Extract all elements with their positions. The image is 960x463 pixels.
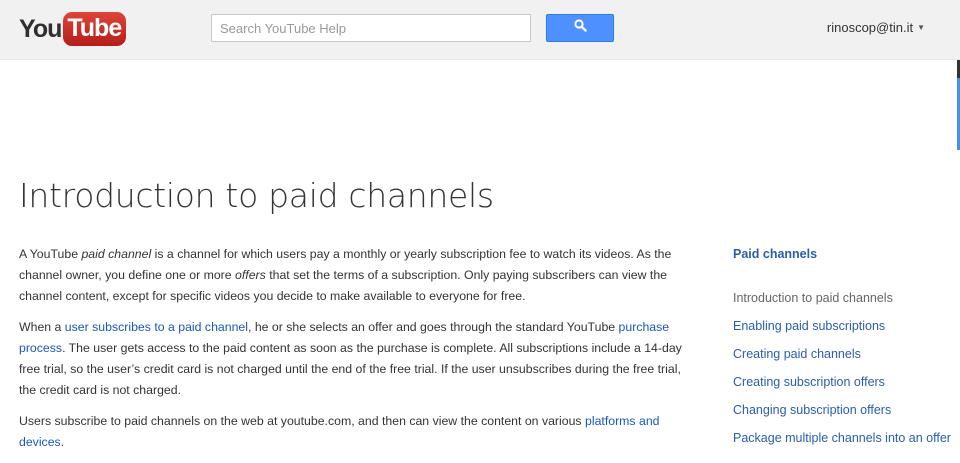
search-icon [573,19,587,37]
text: , he or she selects an offer and goes th… [248,320,619,334]
page-title: Introduction to paid channels [19,176,494,215]
search-input[interactable] [211,14,531,42]
text: A YouTube [19,247,82,261]
text: When a [19,320,65,334]
sidebar-item-creating-paid-channels[interactable]: Creating paid channels [733,340,958,368]
text: . [60,435,65,449]
account-menu[interactable]: rinoscop@tin.it ▼ [827,20,925,35]
chevron-down-icon: ▼ [917,23,925,32]
sidebar-item-package-multiple-channels[interactable]: Package multiple channels into an offer [733,424,958,452]
text: . The user gets access to the paid conte… [19,341,682,397]
article-body: A YouTube paid channel is a channel for … [19,244,699,463]
account-email: rinoscop@tin.it [826,20,914,35]
text: Users subscribe to paid channels on the … [19,414,585,428]
sidebar-item-introduction: Introduction to paid channels [733,291,893,305]
paragraph-platforms: Users subscribe to paid channels on the … [19,411,699,453]
sidebar-item-creating-subscription-offers[interactable]: Creating subscription offers [733,368,958,396]
youtube-logo[interactable]: You Tube [19,11,127,47]
sidebar-item-changing-subscription-offers[interactable]: Changing subscription offers [733,396,958,424]
sidebar-heading[interactable]: Paid channels [733,244,958,264]
search-button[interactable] [546,14,614,42]
paragraph-intro: A YouTube paid channel is a channel for … [19,244,699,307]
paragraph-subscribe: When a user subscribes to a paid channel… [19,317,699,401]
logo-tube-text: Tube [63,12,127,46]
link-user-subscribes[interactable]: user subscribes to a paid channel [65,320,248,334]
top-header: You Tube rinoscop@tin.it ▼ [0,0,960,60]
emphasis-offers: offers [235,268,266,282]
logo-you-text: You [19,14,62,43]
emphasis-paid-channel: paid channel [81,247,152,261]
sidebar-nav: Paid channels Introduction to paid chann… [733,244,958,452]
sidebar-item-enabling-paid-subscriptions[interactable]: Enabling paid subscriptions [733,312,958,340]
